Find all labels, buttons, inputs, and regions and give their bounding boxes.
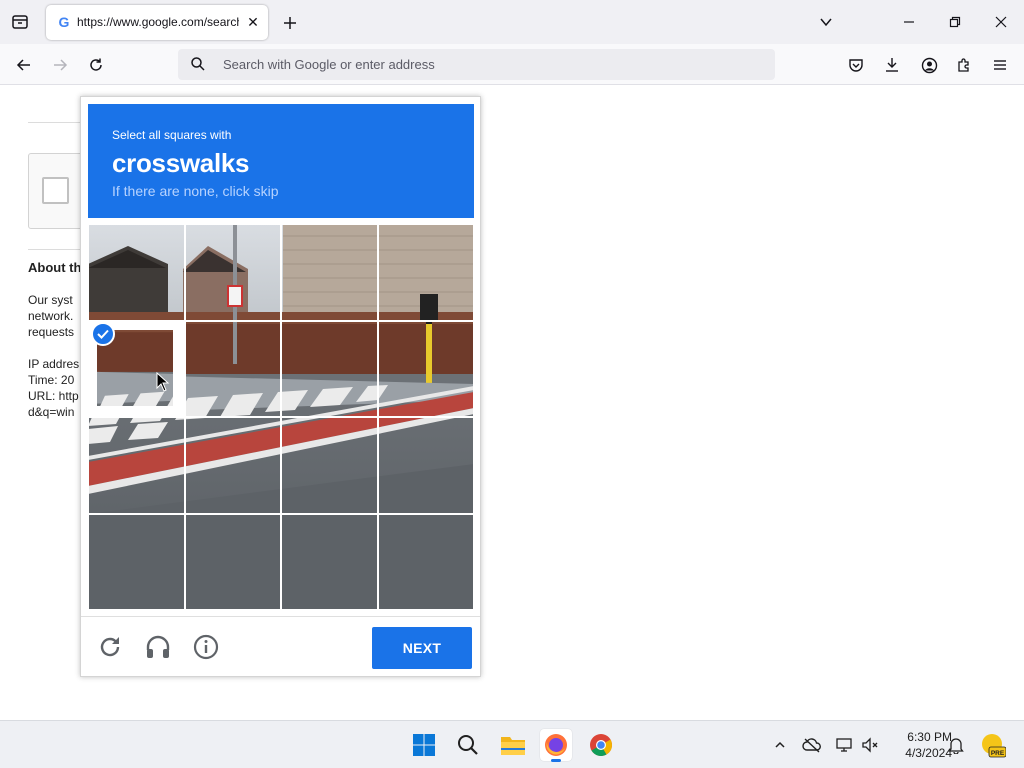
captcha-tile[interactable]: [280, 319, 379, 418]
windows-start-icon[interactable]: [408, 729, 440, 761]
pocket-icon: [849, 59, 863, 72]
reload-icon: [100, 637, 120, 657]
list-all-tabs-button[interactable]: [814, 10, 838, 34]
divider: [28, 122, 88, 123]
search-icon: [191, 57, 205, 71]
captcha-header: Select all squares with crosswalks If th…: [88, 104, 474, 218]
captcha-tile[interactable]: [376, 319, 474, 418]
extensions-button[interactable]: [952, 53, 976, 77]
info-line: d&q=win: [28, 405, 75, 419]
info-line: IP addres: [28, 357, 80, 371]
clock-date: 4/3/2024: [905, 746, 952, 760]
captcha-tile[interactable]: [183, 416, 282, 515]
tab-overview-icon[interactable]: [8, 10, 32, 34]
info-icon: [193, 634, 219, 660]
reload-challenge-button[interactable]: [95, 632, 125, 662]
captcha-image-grid: [88, 224, 474, 610]
tab-title: https://www.google.com/search: [77, 15, 239, 29]
help-button[interactable]: [191, 632, 221, 662]
tab-bar: G https://www.google.com/search ✕: [0, 0, 1024, 44]
captcha-target: crosswalks: [112, 148, 250, 178]
audio-challenge-button[interactable]: [143, 632, 173, 662]
widget-badge: PRE: [991, 750, 1005, 757]
google-favicon-icon: G: [58, 14, 70, 30]
close-icon: [995, 16, 1007, 28]
info-line: URL: http: [28, 389, 79, 403]
taskbar-search-icon[interactable]: [452, 729, 484, 761]
active-app-indicator: [551, 759, 561, 762]
restore-button[interactable]: [940, 10, 970, 34]
restore-icon: [949, 16, 961, 28]
network-icon[interactable]: [832, 733, 856, 757]
captcha-tile[interactable]: [183, 512, 282, 610]
captcha-tile[interactable]: [280, 416, 379, 515]
captcha-tile[interactable]: [376, 416, 474, 515]
captcha-challenge-dialog: Select all squares with crosswalks If th…: [80, 96, 481, 677]
tab-close-icon[interactable]: ✕: [244, 12, 262, 32]
captcha-footer: NEXT: [81, 616, 480, 676]
captcha-instruction: Select all squares with: [112, 128, 232, 142]
firefox-icon[interactable]: [540, 729, 572, 762]
address-placeholder[interactable]: Search with Google or enter address: [223, 57, 435, 72]
arrow-right-icon: [54, 59, 68, 71]
mouse-cursor-icon: [156, 371, 170, 397]
arrow-left-icon: [16, 59, 30, 71]
chevron-up-icon[interactable]: [768, 733, 792, 757]
back-button[interactable]: [12, 53, 36, 77]
plus-icon: [284, 17, 296, 29]
checkmark-icon: [91, 321, 115, 346]
reload-page-icon: [90, 58, 102, 71]
captcha-tile[interactable]: [88, 224, 186, 322]
chrome-icon[interactable]: [585, 729, 617, 761]
info-line: Time: 20: [28, 373, 75, 387]
captcha-tile[interactable]: [88, 416, 186, 515]
chevron-down-icon: [820, 18, 832, 27]
next-button[interactable]: NEXT: [372, 627, 472, 669]
captcha-tile[interactable]: [183, 319, 282, 418]
about-heading: About th: [28, 260, 82, 275]
clock-time: 6:30 PM: [907, 730, 952, 744]
downloads-button[interactable]: [880, 53, 904, 77]
about-paragraph-line: requests: [28, 325, 75, 339]
divider: [28, 249, 88, 250]
captcha-tile[interactable]: [280, 512, 379, 610]
captcha-tile-selected[interactable]: [88, 319, 186, 418]
new-tab-button[interactable]: [278, 11, 302, 35]
download-icon: [886, 58, 898, 72]
extensions-icon: [958, 58, 969, 72]
minimize-button[interactable]: [894, 10, 924, 34]
taskbar: 6:30 PM 4/3/2024 PRE: [0, 720, 1024, 768]
menu-icon: [994, 60, 1006, 70]
recaptcha-checkbox[interactable]: [42, 177, 69, 204]
minimize-icon: [904, 21, 914, 23]
captcha-tile[interactable]: [183, 224, 282, 322]
volume-icon[interactable]: [858, 733, 882, 757]
about-paragraph-line: network.: [28, 309, 74, 323]
captcha-hint: If there are none, click skip: [112, 183, 279, 199]
captcha-tile[interactable]: [88, 512, 186, 610]
close-window-button[interactable]: [986, 10, 1016, 34]
onedrive-icon[interactable]: [800, 733, 824, 757]
account-icon: [921, 57, 937, 73]
file-explorer-icon[interactable]: [497, 729, 529, 761]
headphones-icon: [146, 635, 170, 658]
address-bar[interactable]: Search with Google or enter address: [178, 49, 775, 80]
captcha-tile[interactable]: [376, 224, 474, 322]
account-button[interactable]: [917, 53, 941, 77]
captcha-tile[interactable]: [376, 512, 474, 610]
navigation-toolbar: Search with Google or enter address: [0, 44, 1024, 85]
reload-button[interactable]: [84, 53, 108, 77]
about-paragraph-line: Our syst: [28, 293, 73, 307]
forward-button[interactable]: [48, 53, 72, 77]
app-menu-button[interactable]: [988, 53, 1012, 77]
recaptcha-checkbox-box: [28, 153, 88, 229]
widget-icon[interactable]: PRE: [980, 731, 1006, 759]
notification-icon[interactable]: [944, 733, 968, 757]
system-clock[interactable]: 6:30 PM 4/3/2024: [886, 729, 952, 761]
browser-tab[interactable]: G https://www.google.com/search ✕: [46, 5, 268, 40]
pocket-button[interactable]: [844, 53, 868, 77]
captcha-tile[interactable]: [280, 224, 379, 322]
